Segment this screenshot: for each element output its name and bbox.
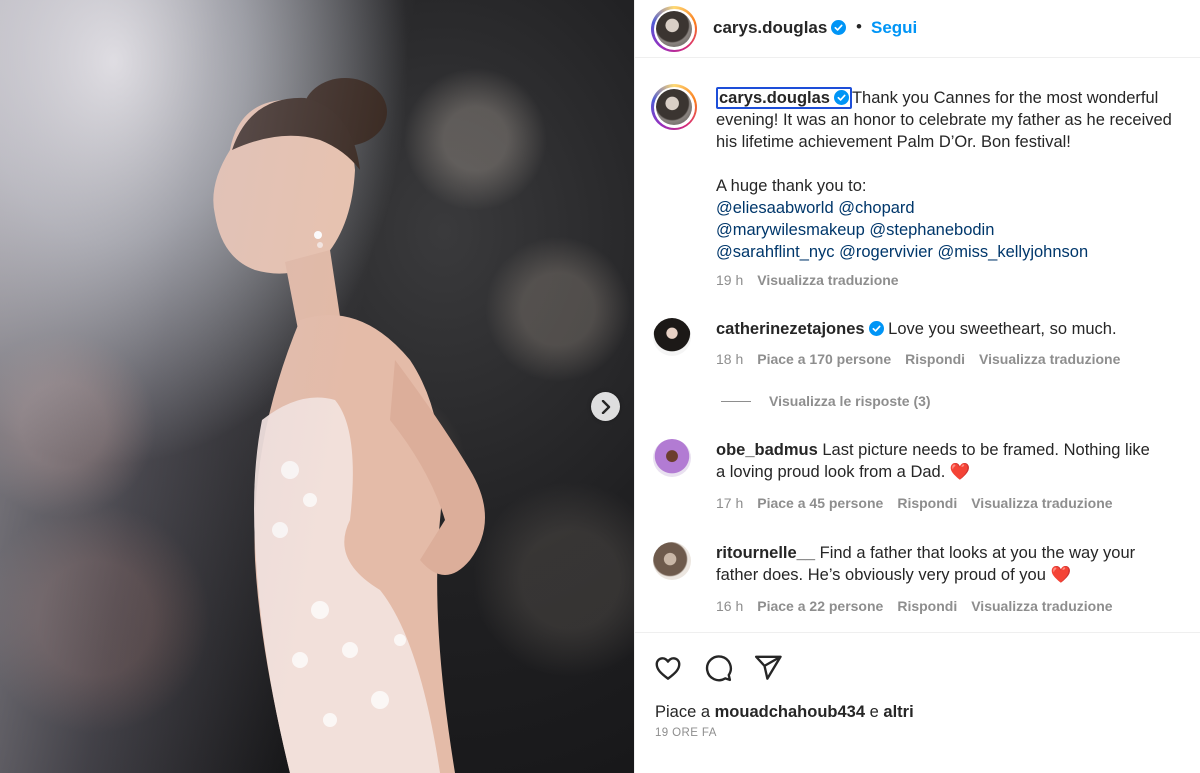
- chevron-right-icon: [601, 399, 610, 414]
- comment-body: Love you sweetheart, so much.: [888, 320, 1117, 338]
- caption-username[interactable]: carys.douglas: [716, 87, 852, 109]
- comment-likes[interactable]: Piace a 170 persone: [757, 351, 891, 367]
- comment-meta: 16 h Piace a 22 persone Rispondi Visualizza…: [716, 598, 1127, 614]
- caption-time[interactable]: 19 h: [716, 272, 743, 288]
- comment-reply[interactable]: Rispondi: [897, 598, 957, 614]
- comment-body-line-1: Find a father that looks at you the way …: [819, 544, 1136, 562]
- comment-translate[interactable]: Visualizza traduzione: [971, 495, 1112, 511]
- comment-likes[interactable]: Piace a 22 persone: [757, 598, 883, 614]
- comment-avatar[interactable]: [653, 318, 691, 356]
- likes-prefix: Piace a: [655, 703, 711, 721]
- comment-icon[interactable]: [703, 653, 733, 683]
- comment-reply[interactable]: Rispondi: [897, 495, 957, 511]
- likes-summary: Piace a mouadchahoub434 e altri: [655, 703, 914, 722]
- comment-body-line-1: Last picture needs to be framed. Nothing…: [822, 441, 1150, 459]
- post-photo: [0, 0, 634, 773]
- verified-badge-icon: [831, 20, 847, 35]
- caption-line-2: evening! It was an honor to celebrate my…: [716, 111, 1172, 129]
- action-icons: [653, 653, 783, 683]
- caption-username-text[interactable]: carys.douglas: [719, 89, 830, 107]
- heart-icon[interactable]: [653, 653, 683, 683]
- caption-tags-3[interactable]: @sarahflint_nyc @rogervivier @miss_kelly…: [716, 241, 1200, 263]
- comment-username[interactable]: catherinezetajones: [716, 320, 865, 338]
- next-photo-button[interactable]: [591, 392, 620, 421]
- post-actions: Piace a mouadchahoub434 e altri 19 ORE F…: [635, 632, 1200, 773]
- likes-others[interactable]: altri: [883, 703, 913, 721]
- caption-line-1: Thank you Cannes for the most wonderful: [851, 89, 1159, 107]
- post-panel: carys.douglas • Segui carys.douglas Thank…: [634, 0, 1200, 773]
- comment-body-line-2: father does. He’s obviously very proud o…: [716, 566, 1046, 584]
- view-replies-button[interactable]: Visualizza le risposte (3): [721, 393, 931, 409]
- comment-time[interactable]: 18 h: [716, 351, 743, 367]
- comment-avatar[interactable]: [653, 439, 691, 477]
- author-avatar[interactable]: [651, 6, 697, 52]
- comment-meta: 18 h Piace a 170 persone Rispondi Visualizz…: [716, 351, 1134, 367]
- caption-tags-2[interactable]: @marywilesmakeup @stephanebodin: [716, 219, 1200, 241]
- verified-badge-icon: [833, 90, 849, 105]
- comment-reply[interactable]: Rispondi: [905, 351, 965, 367]
- verified-badge-icon: [868, 321, 884, 336]
- comment-translate[interactable]: Visualizza traduzione: [971, 598, 1112, 614]
- comment-avatar[interactable]: [653, 542, 691, 580]
- comment-likes[interactable]: Piace a 45 persone: [757, 495, 883, 511]
- comment-translate[interactable]: Visualizza traduzione: [979, 351, 1120, 367]
- comment-text: ritournelle__ Find a father that looks a…: [716, 542, 1196, 586]
- comment-time[interactable]: 16 h: [716, 598, 743, 614]
- comment-text: catherinezetajones Love you sweetheart, …: [716, 318, 1196, 340]
- caption-meta: 19 h Visualizza traduzione: [716, 269, 1200, 291]
- comment-username[interactable]: ritournelle__: [716, 544, 815, 562]
- follow-button[interactable]: Segui: [871, 18, 917, 38]
- likes-conj: e: [869, 703, 879, 721]
- caption-tags-1[interactable]: @eliesaabworld @chopard: [716, 197, 1200, 219]
- post-date[interactable]: 19 ORE FA: [655, 727, 717, 739]
- replies-divider: [721, 401, 751, 402]
- heart-emoji: ❤️: [1050, 566, 1072, 584]
- separator-dot: •: [856, 17, 862, 36]
- share-icon[interactable]: [753, 653, 783, 683]
- author-username-text[interactable]: carys.douglas: [713, 18, 827, 37]
- comment-username[interactable]: obe_badmus: [716, 441, 818, 459]
- author-username[interactable]: carys.douglas: [713, 18, 847, 38]
- caption-thanks: A huge thank you to:: [716, 177, 867, 195]
- comment-time[interactable]: 17 h: [716, 495, 743, 511]
- comment-text: obe_badmus Last picture needs to be fram…: [716, 439, 1196, 483]
- light-haze: [0, 0, 420, 773]
- caption-avatar[interactable]: [651, 84, 697, 130]
- view-replies-label[interactable]: Visualizza le risposte (3): [769, 393, 931, 409]
- post-header: carys.douglas • Segui: [635, 0, 1200, 58]
- likes-user[interactable]: mouadchahoub434: [715, 703, 865, 721]
- caption-translate[interactable]: Visualizza traduzione: [757, 272, 898, 288]
- caption-body: carys.douglas Thank you Cannes for the mo…: [716, 87, 1200, 291]
- comment-body-line-2: a loving proud look from a Dad.: [716, 463, 946, 481]
- heart-emoji: ❤️: [949, 463, 971, 481]
- comment-meta: 17 h Piace a 45 persone Rispondi Visualizza…: [716, 495, 1127, 511]
- caption-line-3: his lifetime achievement Palm D’Or. Bon …: [716, 133, 1071, 151]
